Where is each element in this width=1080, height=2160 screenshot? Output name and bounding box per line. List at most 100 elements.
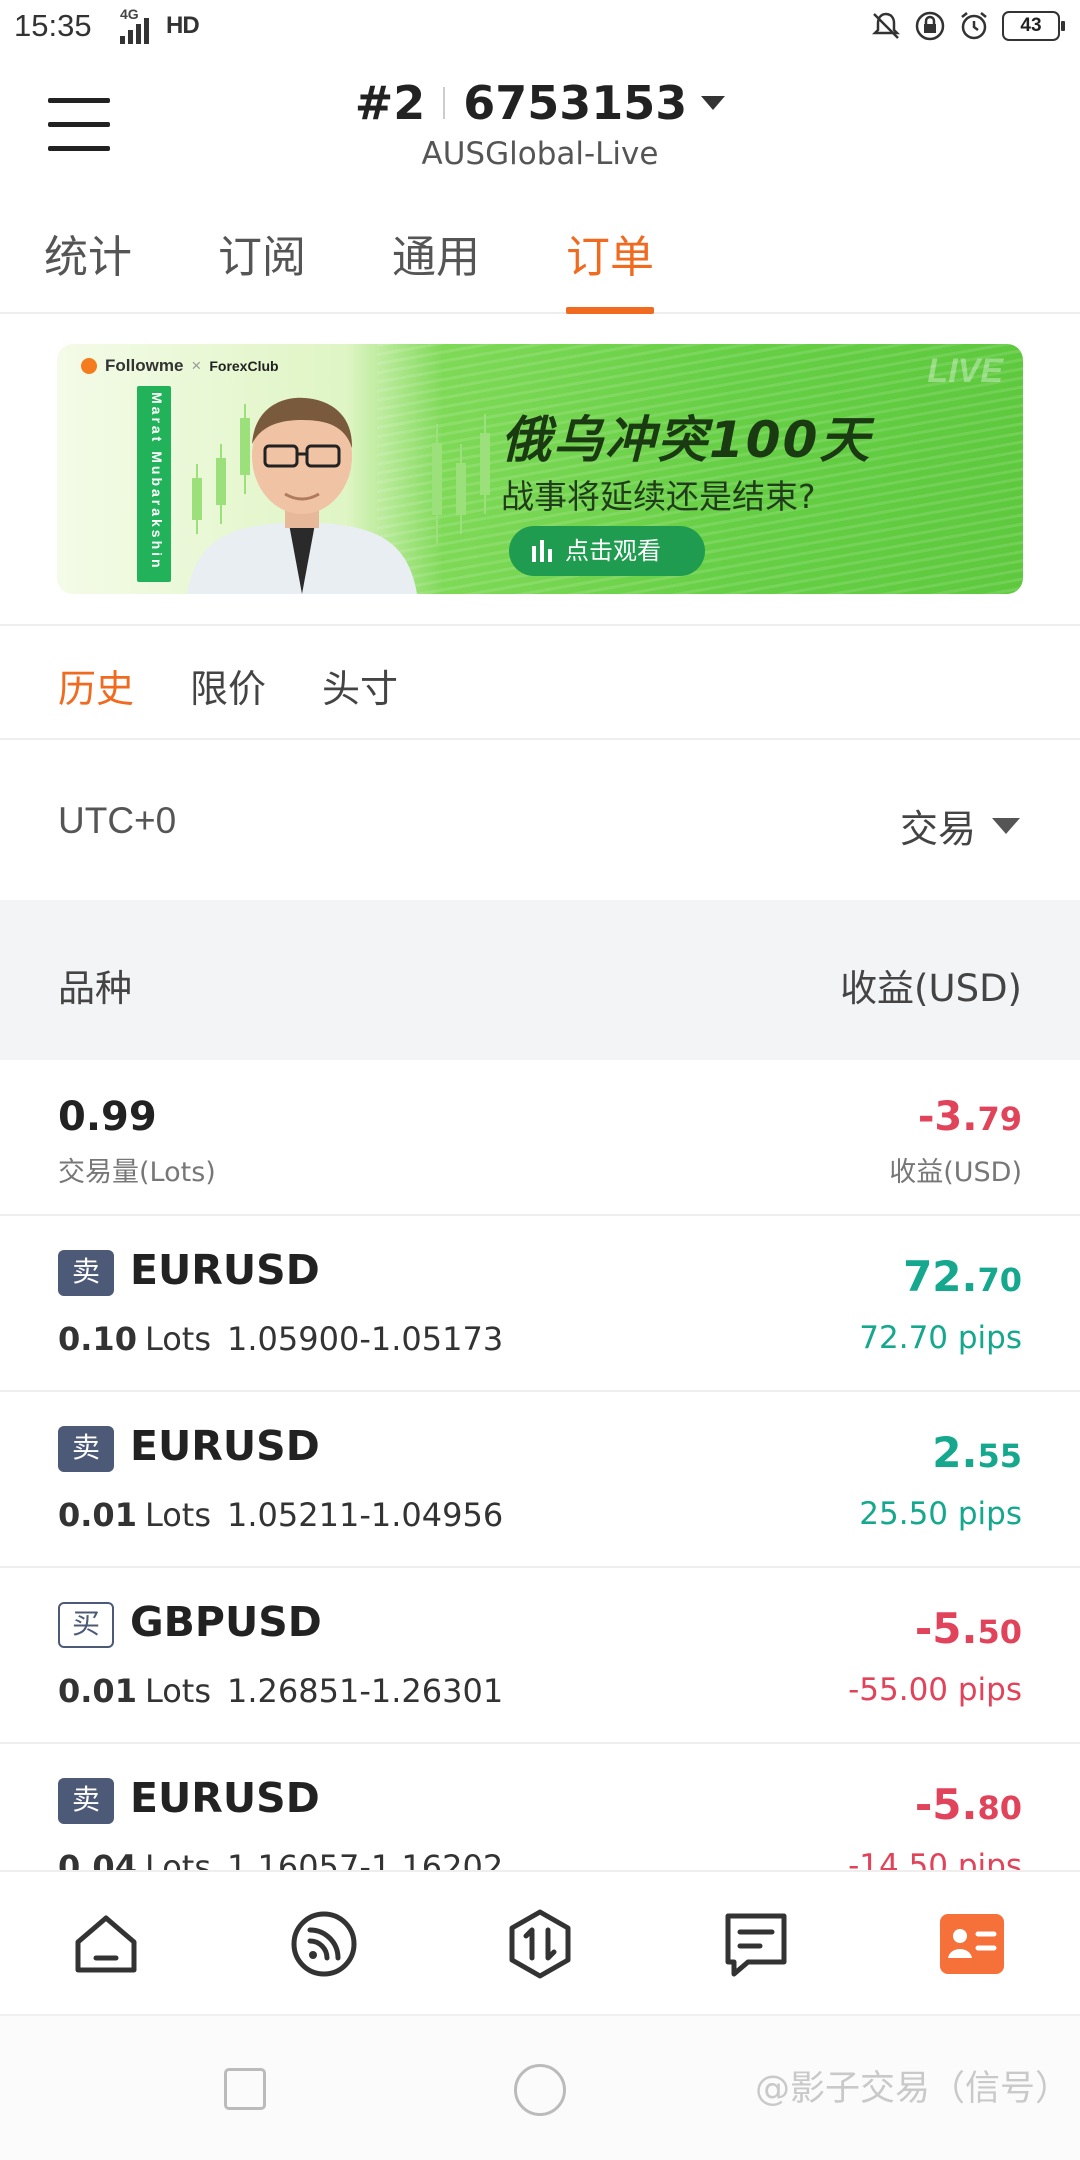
order-row[interactable]: 买 GBPUSD 0.01 Lots 1.26851-1.26301 -5.50 -… [0, 1568, 1080, 1744]
profit-int: -5. [914, 1604, 978, 1653]
brand-forexclub: ForexClub [209, 358, 279, 374]
total-profit-int: -3. [917, 1094, 978, 1140]
status-time: 15:35 [14, 8, 92, 43]
lots-value: 0.01 [58, 1496, 137, 1534]
home-system-button[interactable] [514, 2064, 566, 2116]
tab-statistics[interactable]: 统计 [44, 222, 132, 314]
live-watermark: LIVE [927, 352, 1003, 390]
timezone-label: UTC+0 [58, 800, 177, 841]
order-prices: 1.05900-1.05173 [227, 1320, 504, 1358]
subtab-positions[interactable]: 头寸 [322, 658, 398, 713]
column-profit: 收益(USD) [840, 967, 1022, 1010]
banner-title: 俄乌冲突100天 [501, 411, 872, 469]
brand-separator: × [191, 356, 202, 375]
system-navigation: @影子交易（信号） [0, 2014, 1080, 2160]
side-badge: 买 [58, 1602, 114, 1648]
caret-down-icon [701, 96, 726, 110]
total-volume: 0.99 [58, 1094, 157, 1140]
order-profit: 2.55 [932, 1428, 1022, 1477]
profit-dec: 70 [977, 1261, 1022, 1299]
total-profit-dec: 79 [977, 1100, 1022, 1138]
feed-icon[interactable] [288, 1908, 360, 1980]
order-row[interactable]: 卖 EURUSD 0.04 Lots 1.16057-1.16202 -5.80 -… [0, 1744, 1080, 1870]
summary-row: 0.99 交易量(Lots) -3.79 收益(USD) [0, 1060, 1080, 1216]
order-prices: 1.26851-1.26301 [227, 1672, 504, 1710]
filter-row: UTC+0 交易 [0, 742, 1080, 900]
bar-chart-icon [532, 540, 552, 562]
promo-banner-area: Followme × ForexClub Marat Mubarakshin L… [0, 316, 1080, 626]
profit-int: 2. [932, 1428, 978, 1477]
brand-followme: Followme [105, 356, 184, 375]
order-pips: 72.70 pips [859, 1320, 1022, 1356]
profit-dec: 50 [977, 1613, 1022, 1651]
order-subtabs: 历史 限价 头寸 [0, 628, 1080, 740]
order-lots: 0.01 Lots 1.26851-1.26301 [58, 1672, 503, 1710]
presenter-name-strip: Marat Mubarakshin [137, 386, 171, 582]
home-icon[interactable] [70, 1908, 142, 1980]
side-badge: 卖 [58, 1250, 114, 1296]
order-profit: -5.80 [915, 1780, 1022, 1829]
promo-banner[interactable]: Followme × ForexClub Marat Mubarakshin L… [57, 344, 1023, 594]
lock-rotation-icon [915, 11, 945, 41]
order-prices: 1.16057-1.16202 [227, 1848, 504, 1870]
lots-unit: Lots [144, 1672, 212, 1710]
order-symbol: EURUSD [130, 1422, 320, 1470]
lots-unit: Lots [144, 1848, 212, 1870]
watermark: @影子交易（信号） [754, 2069, 1070, 2109]
trade-icon[interactable] [504, 1908, 576, 1980]
status-bar: 15:35 4G HD 43 [0, 0, 1080, 56]
app-header: #2 6753153 AUSGlobal-Live [0, 56, 1080, 186]
mute-bell-icon [871, 12, 901, 39]
order-prices: 1.05211-1.04956 [227, 1496, 504, 1534]
watch-button-label: 点击观看 [565, 537, 661, 565]
order-profit: -5.50 [915, 1604, 1022, 1653]
caret-down-icon [992, 817, 1020, 834]
column-symbol: 品种 [58, 967, 132, 1010]
message-icon[interactable] [720, 1908, 792, 1980]
order-symbol: EURUSD [130, 1774, 320, 1822]
total-profit: -3.79 [918, 1094, 1022, 1140]
account-selector[interactable]: #2 6753153 AUSGlobal-Live [0, 76, 1080, 172]
alarm-icon [961, 12, 987, 40]
table-header: 品种 收益(USD) [0, 900, 1080, 1060]
bottom-navigation [0, 1870, 1080, 2014]
subtab-limit[interactable]: 限价 [190, 658, 266, 713]
order-symbol: EURUSD [130, 1246, 320, 1294]
banner-brands: Followme × ForexClub [81, 356, 279, 376]
side-badge: 卖 [58, 1426, 114, 1472]
order-row[interactable]: 卖 EURUSD 0.10 Lots 1.05900-1.05173 72.70 7… [0, 1216, 1080, 1392]
followme-logo-icon [81, 358, 97, 374]
order-row[interactable]: 卖 EURUSD 0.01 Lots 1.05211-1.04956 2.55 25… [0, 1392, 1080, 1568]
server-name: AUSGlobal-Live [421, 136, 659, 172]
tab-orders[interactable]: 订单 [566, 222, 654, 314]
account-number: 6753153 [463, 76, 688, 130]
subtab-history[interactable]: 历史 [58, 658, 134, 713]
presenter-name: Marat Mubarakshin [149, 392, 165, 571]
order-lots: 0.01 Lots 1.05211-1.04956 [58, 1496, 503, 1534]
tab-subscription[interactable]: 订阅 [218, 222, 306, 314]
tab-general[interactable]: 通用 [392, 222, 480, 314]
order-pips: -55.00 pips [848, 1672, 1022, 1708]
profile-card-icon[interactable] [936, 1908, 1008, 1980]
order-symbol: GBPUSD [130, 1598, 322, 1646]
side-badge: 卖 [58, 1778, 114, 1824]
profit-dec: 80 [977, 1789, 1022, 1827]
watch-button[interactable]: 点击观看 [509, 526, 705, 576]
profit-dec: 55 [977, 1437, 1022, 1475]
recent-apps-button[interactable] [224, 2068, 266, 2110]
account-prefix: #2 [354, 76, 426, 130]
profit-int: 72. [903, 1252, 978, 1301]
battery-indicator: 43 [1002, 11, 1065, 41]
order-pips: 25.50 pips [859, 1496, 1022, 1532]
order-lots: 0.04 Lots 1.16057-1.16202 [58, 1848, 503, 1870]
lots-unit: Lots [144, 1320, 212, 1358]
order-pips: -14.50 pips [848, 1848, 1022, 1870]
signal-icon [120, 18, 149, 44]
lots-value: 0.04 [58, 1848, 137, 1870]
total-volume-label: 交易量(Lots) [58, 1157, 216, 1188]
presenter-photo [187, 397, 417, 594]
trade-filter-dropdown[interactable]: 交易 [900, 798, 1020, 853]
account-divider [443, 87, 446, 119]
banner-subtitle: 战事将延续还是结束? [501, 477, 816, 516]
order-lots: 0.10 Lots 1.05900-1.05173 [58, 1320, 503, 1358]
